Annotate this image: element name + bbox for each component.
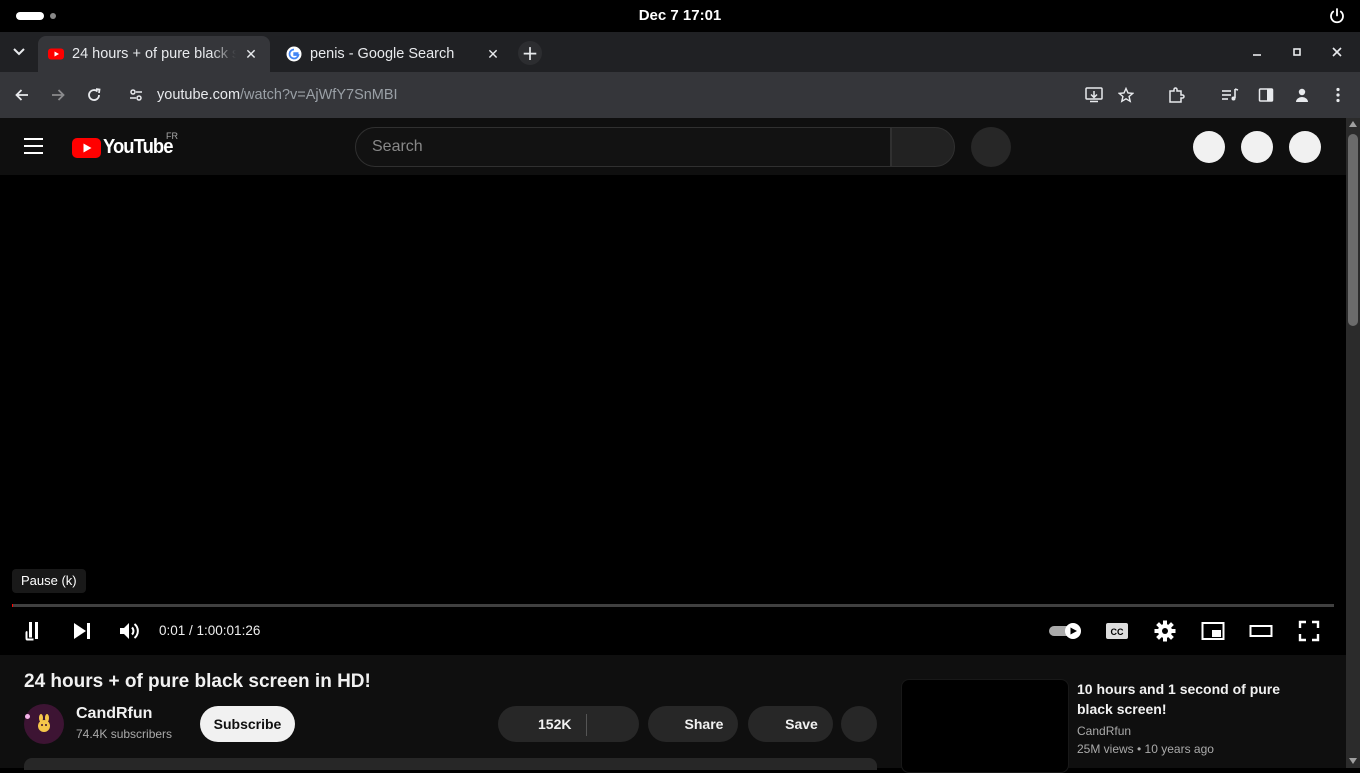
browser-toolbar: youtube.com/watch?v=AjWfY7SnMBI	[0, 72, 1360, 118]
profile-icon[interactable]	[1290, 83, 1314, 107]
settings-button[interactable]	[1152, 618, 1178, 644]
search-button[interactable]	[891, 127, 955, 167]
player-tooltip: Pause (k)	[12, 569, 86, 593]
browser-tab-strip: 24 hours + of pure black screen in HD! -…	[0, 32, 1360, 72]
time-display: 0:01 / 1:00:01:26	[159, 623, 261, 638]
skip-next-icon	[74, 623, 90, 639]
mute-button[interactable]	[116, 618, 142, 644]
new-tab-button[interactable]: +	[518, 41, 542, 65]
close-tab-icon[interactable]: ✕	[484, 45, 502, 63]
reload-icon[interactable]	[82, 83, 106, 107]
channel-logo-icon	[38, 714, 50, 732]
google-favicon	[286, 46, 302, 62]
video-title: 24 hours + of pure black screen in HD!	[24, 671, 371, 692]
close-tab-icon[interactable]: ✕	[242, 45, 260, 63]
volume-icon	[120, 623, 139, 639]
next-button[interactable]	[69, 618, 95, 644]
back-arrow-icon[interactable]	[10, 83, 34, 107]
more-actions-button[interactable]	[841, 706, 877, 742]
save-button[interactable]: Save	[748, 706, 833, 742]
like-button[interactable]: 152K	[498, 706, 639, 742]
svg-text:CC: CC	[1111, 627, 1124, 637]
autoplay-toggle-icon	[1049, 623, 1081, 639]
system-top-bar: Dec 7 17:01	[0, 0, 1360, 32]
gear-icon	[1154, 620, 1176, 642]
closed-captions-icon: CC	[1106, 623, 1128, 639]
forward-arrow-icon[interactable]	[46, 83, 70, 107]
miniplayer-icon	[1201, 622, 1225, 640]
channel-name[interactable]: CandRfun	[76, 705, 152, 723]
subtitles-button[interactable]: CC	[1104, 618, 1130, 644]
tab-title: penis - Google Search	[310, 46, 455, 62]
url-host: youtube.com	[157, 87, 241, 103]
like-dislike-divider	[586, 714, 587, 736]
search-box[interactable]	[355, 127, 891, 167]
maximize-icon[interactable]	[1287, 42, 1307, 62]
extensions-icon[interactable]	[1164, 83, 1188, 107]
subscriber-count: 74.4K subscribers	[76, 727, 173, 741]
youtube-wordmark: YouTube	[103, 136, 173, 158]
youtube-logo[interactable]: YouTube	[72, 136, 179, 159]
search-input[interactable]	[372, 128, 872, 166]
url-text: youtube.com/watch?v=AjWfY7SnMBI	[157, 87, 398, 103]
scroll-up-arrow-icon[interactable]	[1349, 121, 1357, 127]
install-app-icon[interactable]	[1082, 83, 1106, 107]
url-path: /watch?v=AjWfY7SnMBI	[240, 87, 398, 103]
miniplayer-button[interactable]	[1200, 618, 1226, 644]
more-menu-icon[interactable]	[1326, 83, 1350, 107]
video-player[interactable]: Pause (k) 0:01 / 1:00:01:26 CC	[0, 175, 1346, 655]
recommended-video-channel[interactable]: CandRfun	[1077, 724, 1131, 738]
subscribe-button[interactable]: Subscribe	[200, 706, 295, 742]
youtube-favicon	[48, 48, 64, 60]
side-panel-icon[interactable]	[1254, 83, 1278, 107]
theater-mode-icon	[1249, 625, 1273, 637]
youtube-play-logo-icon	[72, 137, 101, 158]
address-bar[interactable]: youtube.com/watch?v=AjWfY7SnMBI	[118, 77, 1156, 113]
notifications-button[interactable]	[1241, 131, 1273, 163]
autoplay-toggle[interactable]	[1048, 618, 1084, 644]
scrollbar-thumb[interactable]	[1348, 134, 1358, 326]
share-button[interactable]: Share	[648, 706, 738, 742]
channel-avatar[interactable]	[24, 704, 64, 744]
youtube-masthead: YouTube FR	[0, 118, 1346, 175]
theater-mode-button[interactable]	[1248, 618, 1274, 644]
tab-google-search[interactable]: penis - Google Search ✕	[276, 36, 512, 72]
avatar-live-dot	[25, 714, 30, 719]
account-avatar[interactable]	[1289, 131, 1321, 163]
tab-youtube[interactable]: 24 hours + of pure black screen in HD! -…	[38, 36, 270, 72]
progress-bar[interactable]	[12, 604, 1334, 607]
voice-search-button[interactable]	[971, 127, 1011, 167]
description-box[interactable]	[24, 758, 877, 770]
fullscreen-button[interactable]	[1296, 618, 1322, 644]
country-code: FR	[166, 131, 178, 141]
chevron-down-icon	[13, 48, 25, 56]
recommended-video-thumbnail[interactable]	[901, 679, 1069, 773]
system-clock[interactable]: Dec 7 17:01	[0, 7, 1360, 24]
recommended-video-meta: 25M views • 10 years ago	[1077, 742, 1214, 756]
site-info-icon[interactable]	[124, 83, 148, 107]
pause-icon	[24, 622, 38, 642]
power-icon[interactable]	[1328, 7, 1346, 25]
tab-search-button[interactable]	[6, 39, 32, 65]
create-button[interactable]	[1193, 131, 1225, 163]
media-controls-icon[interactable]	[1218, 83, 1242, 107]
recommended-video-title[interactable]: 10 hours and 1 second of pure black scre…	[1077, 679, 1297, 719]
menu-hamburger-icon[interactable]	[24, 138, 48, 156]
scroll-down-arrow-icon[interactable]	[1349, 758, 1357, 764]
bookmark-star-icon[interactable]	[1114, 83, 1138, 107]
progress-bar-fill	[12, 604, 13, 607]
close-window-icon[interactable]	[1327, 42, 1347, 62]
fullscreen-icon	[1298, 620, 1320, 642]
pause-button[interactable]	[20, 618, 46, 644]
minimize-icon[interactable]	[1247, 42, 1267, 62]
tab-title: 24 hours + of pure black screen in HD! -…	[72, 46, 236, 62]
watch-metadata: 24 hours + of pure black screen in HD! C…	[0, 655, 1346, 773]
